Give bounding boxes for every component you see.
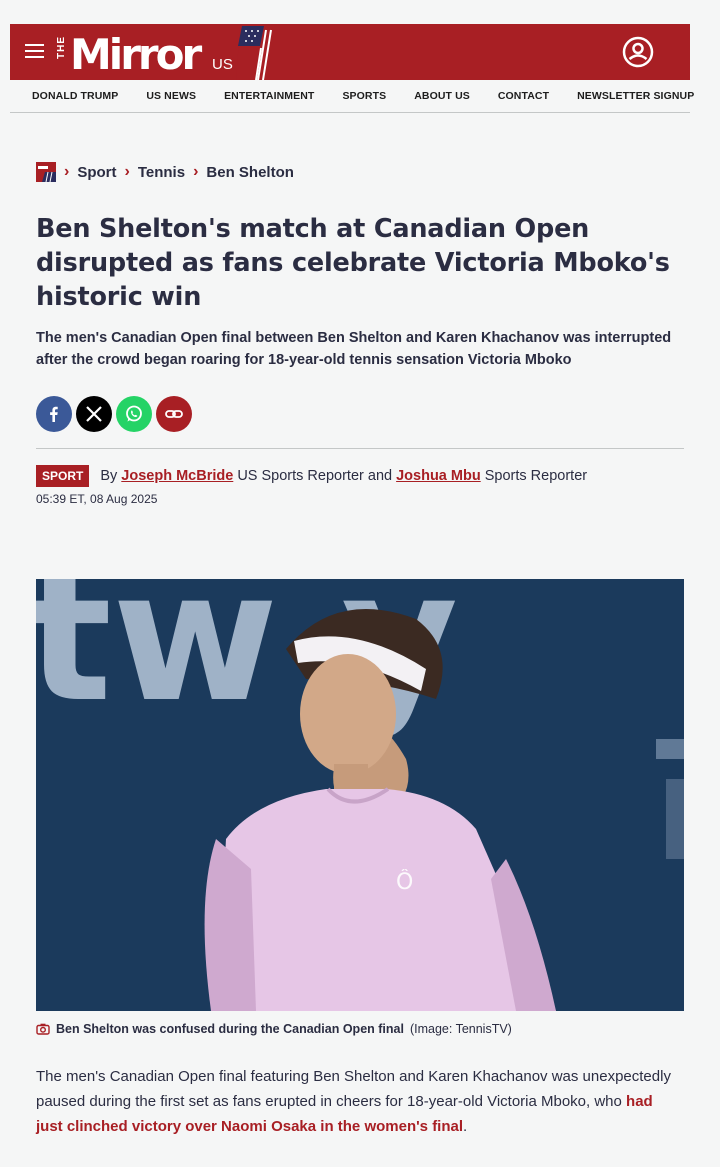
svg-text:Ô: Ô: [396, 869, 413, 895]
logo-name: Mirror: [70, 30, 202, 79]
breadcrumb-tennis[interactable]: Tennis: [138, 164, 185, 181]
home-logo-icon[interactable]: [36, 162, 56, 182]
share-bar: [36, 396, 192, 432]
chevron-right-icon: ›: [124, 163, 130, 180]
nav-item-newsletter-signup[interactable]: NEWSLETTER SIGNUP: [577, 90, 694, 102]
x-share-button[interactable]: [76, 396, 112, 432]
masthead: THE Mirror US: [10, 24, 690, 80]
logo-us: US: [212, 56, 233, 73]
byline-by: By: [100, 468, 118, 484]
caption-text: Ben Shelton was confused during the Cana…: [56, 1022, 404, 1036]
article-headline: Ben Shelton's match at Canadian Open dis…: [36, 214, 670, 312]
facebook-share-button[interactable]: [36, 396, 72, 432]
breadcrumb: › Sport › Tennis › Ben Shelton: [36, 162, 294, 182]
paragraph-text-2: .: [463, 1118, 468, 1135]
whatsapp-icon: [126, 405, 142, 422]
x-icon: [86, 406, 102, 422]
article-paragraph: The men's Canadian Open final featuring …: [36, 1064, 676, 1139]
publish-date: 05:39 ET, 08 Aug 2025: [36, 492, 158, 506]
menu-icon[interactable]: [25, 44, 44, 59]
breadcrumb-ben-shelton[interactable]: Ben Shelton: [206, 164, 294, 181]
image-caption: Ben Shelton was confused during the Cana…: [36, 1022, 512, 1036]
nav-item-contact[interactable]: CONTACT: [498, 90, 549, 102]
link-icon: [165, 410, 183, 418]
caption-credit: (Image: TennisTV): [409, 1022, 512, 1036]
byline: SPORT By Joseph McBride US Sports Report…: [36, 465, 587, 487]
paragraph-text-1: The men's Canadian Open final featuring …: [36, 1068, 671, 1110]
divider: [36, 448, 684, 449]
chevron-right-icon: ›: [193, 163, 199, 180]
copy-link-button[interactable]: [156, 396, 192, 432]
nav-item-us-news[interactable]: US NEWS: [146, 90, 196, 102]
nav-item-donald-trump[interactable]: DONALD TRUMP: [32, 90, 118, 102]
camera-icon: [36, 1023, 50, 1035]
nav-item-entertainment[interactable]: ENTERTAINMENT: [224, 90, 314, 102]
hero-image: tw y Ô: [36, 579, 684, 1011]
logo-the: THE: [56, 36, 67, 59]
account-icon[interactable]: [622, 36, 654, 68]
top-nav: DONALD TRUMP US NEWS ENTERTAINMENT SPORT…: [10, 80, 694, 113]
nav-item-sports[interactable]: SPORTS: [342, 90, 386, 102]
author-role-2: Sports Reporter: [484, 468, 588, 484]
author-link-joshua-mbu[interactable]: Joshua Mbu: [396, 468, 481, 484]
site-logo[interactable]: THE Mirror US: [56, 26, 272, 80]
chevron-right-icon: ›: [64, 163, 70, 180]
author-link-joseph-mcbride[interactable]: Joseph McBride: [121, 468, 233, 484]
nav-item-about-us[interactable]: ABOUT US: [414, 90, 470, 102]
author-role-1: US Sports Reporter and: [237, 468, 393, 484]
flag-stripes-icon: [236, 26, 272, 80]
facebook-icon: [50, 406, 58, 422]
section-tag[interactable]: SPORT: [36, 465, 90, 487]
breadcrumb-sport[interactable]: Sport: [77, 164, 116, 181]
whatsapp-share-button[interactable]: [116, 396, 152, 432]
article-standfirst: The men's Canadian Open final between Be…: [36, 330, 672, 368]
